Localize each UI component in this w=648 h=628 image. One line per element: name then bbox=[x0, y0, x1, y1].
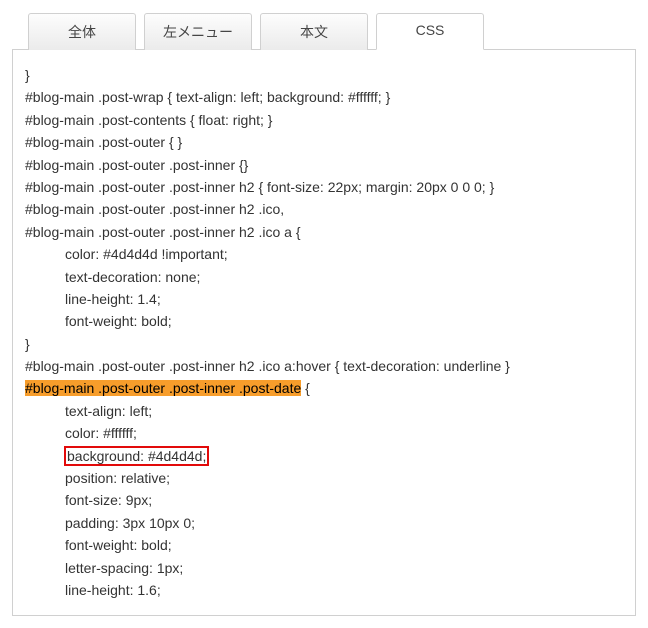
code-line: #blog-main .post-outer .post-inner h2 .i… bbox=[25, 221, 627, 243]
tab-body[interactable]: 本文 bbox=[260, 13, 368, 50]
code-line-highlighted: #blog-main .post-outer .post-inner .post… bbox=[25, 377, 627, 399]
highlight-orange: #blog-main .post-outer .post-inner .post… bbox=[25, 380, 301, 396]
css-panel: } #blog-main .post-wrap { text-align: le… bbox=[12, 50, 636, 616]
code-line: font-weight: bold; bbox=[25, 534, 627, 556]
code-line: } bbox=[25, 333, 627, 355]
code-line: #blog-main .post-outer .post-inner h2 .i… bbox=[25, 198, 627, 220]
code-line: #blog-main .post-contents { float: right… bbox=[25, 109, 627, 131]
code-text: { bbox=[301, 380, 310, 396]
code-line: } bbox=[25, 64, 627, 86]
code-line: color: #4d4d4d !important; bbox=[25, 243, 627, 265]
code-line: #blog-main .post-outer .post-inner {} bbox=[25, 154, 627, 176]
tab-left-menu[interactable]: 左メニュー bbox=[144, 13, 252, 50]
code-line: text-align: left; bbox=[25, 400, 627, 422]
code-line: position: relative; bbox=[25, 467, 627, 489]
code-line: line-height: 1.4; bbox=[25, 288, 627, 310]
code-line: #blog-main .post-wrap { text-align: left… bbox=[25, 86, 627, 108]
code-line: padding: 3px 10px 0; bbox=[25, 512, 627, 534]
code-line: letter-spacing: 1px; bbox=[25, 557, 627, 579]
highlight-red-box: background: #4d4d4d; bbox=[64, 446, 209, 466]
code-line: #blog-main .post-outer { } bbox=[25, 131, 627, 153]
tab-all[interactable]: 全体 bbox=[28, 13, 136, 50]
code-line: line-height: 1.6; bbox=[25, 579, 627, 601]
code-line: font-weight: bold; bbox=[25, 310, 627, 332]
tab-css[interactable]: CSS bbox=[376, 13, 484, 50]
code-line: #blog-main .post-outer .post-inner h2 { … bbox=[25, 176, 627, 198]
code-line: text-decoration: none; bbox=[25, 266, 627, 288]
code-line: color: #ffffff; bbox=[25, 422, 627, 444]
code-line-boxed: background: #4d4d4d; bbox=[25, 445, 627, 467]
css-code[interactable]: } #blog-main .post-wrap { text-align: le… bbox=[13, 64, 627, 601]
code-line: font-size: 9px; bbox=[25, 489, 627, 511]
code-line: #blog-main .post-outer .post-inner h2 .i… bbox=[25, 355, 627, 377]
tab-bar: 全体 左メニュー 本文 CSS bbox=[12, 12, 636, 50]
